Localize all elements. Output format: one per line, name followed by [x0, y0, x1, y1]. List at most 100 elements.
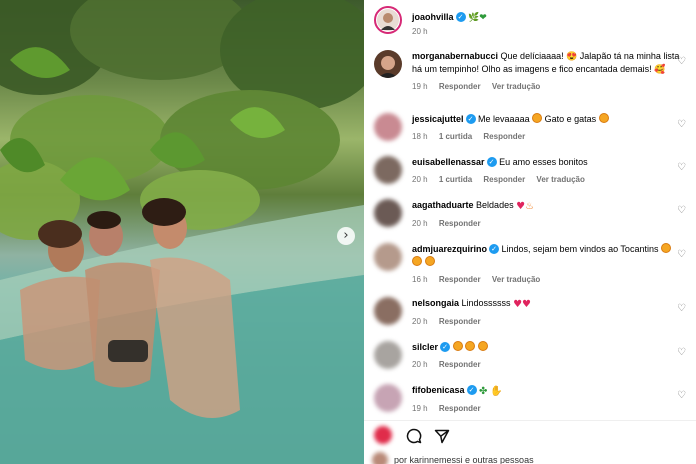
reply-button[interactable]: Responder	[439, 404, 481, 413]
fire-emoji-icon: ♨	[525, 201, 535, 212]
verified-badge-icon: ✓	[440, 342, 451, 352]
comment-username[interactable]: silcler	[412, 342, 438, 352]
reply-button[interactable]: Responder	[439, 219, 481, 228]
comment-time: 19 h	[412, 82, 428, 91]
comment-message: Beldades	[476, 200, 514, 210]
post-time: 20 h	[412, 27, 428, 36]
author-avatar-image	[377, 9, 399, 31]
reply-button[interactable]: Responder	[439, 317, 481, 326]
reply-button[interactable]: Responder	[483, 132, 525, 141]
comment-text: aagathaduarte Beldades ♥♨	[412, 199, 682, 213]
comment-username[interactable]: admjuarezquirino	[412, 244, 487, 254]
comment-message: Me levaaaaa	[478, 114, 530, 124]
comment-message: Lindossssss	[461, 298, 511, 308]
comment-time: 18 h	[412, 132, 428, 141]
author-avatar[interactable]	[374, 6, 402, 34]
post-photo-illustration	[0, 0, 364, 464]
comment-body: fifobenicasa ✓ ✤ ✋ 19 h Responder	[412, 384, 682, 413]
actions-divider	[364, 420, 696, 421]
comment-message: Eu amo esses bonitos	[499, 157, 588, 167]
comment-time: 20 h	[412, 175, 428, 184]
comment-text: silcler ✓	[412, 341, 682, 354]
translate-button[interactable]: Ver tradução	[492, 275, 540, 284]
commenter-avatar[interactable]	[374, 199, 402, 227]
commenter-avatar[interactable]	[374, 243, 402, 271]
like-comment-heart-icon[interactable]: ♡	[677, 119, 686, 130]
liked-by-text[interactable]: por karinnemessi e outras pessoas	[394, 455, 534, 464]
verified-badge-icon: ✓	[466, 385, 477, 395]
commenter-avatar-image	[378, 56, 398, 78]
post-author: joaohvilla ✓ 🌿❤	[412, 12, 487, 23]
post-author-suffix: 🌿❤	[468, 13, 487, 23]
post-author-username[interactable]: joaohvilla	[412, 12, 454, 22]
comment-icon[interactable]	[406, 428, 422, 444]
comment-text: jessicajuttel ✓ Me levaaaaa Gato e gatas	[412, 113, 682, 126]
comment-username[interactable]: jessicajuttel	[412, 114, 464, 124]
comment-message-part2: Gato e gatas	[544, 114, 597, 124]
translate-button[interactable]: Ver tradução	[492, 82, 540, 91]
comment-likes[interactable]: 1 curtida	[439, 132, 472, 141]
comment-time: 20 h	[412, 219, 428, 228]
heart-eyes-emoji-icon	[424, 256, 435, 266]
share-icon[interactable]	[434, 428, 450, 444]
comment-username[interactable]: euisabellenassar	[412, 157, 485, 167]
comment-username[interactable]: nelsongaia	[412, 298, 459, 308]
commenter-avatar[interactable]	[374, 384, 402, 412]
comment-time: 20 h	[412, 360, 428, 369]
comment-meta: 18 h 1 curtida Responder	[412, 132, 682, 141]
comment-username[interactable]: aagathaduarte	[412, 200, 474, 210]
comment-username[interactable]: morganabernabucci	[412, 51, 498, 61]
red-heart-emoji-icon: ♥	[516, 201, 526, 212]
like-comment-heart-icon[interactable]: ♡	[677, 162, 686, 173]
heart-eyes-emoji-icon	[660, 243, 671, 253]
heart-eyes-emoji-icon	[532, 113, 543, 123]
comment-likes[interactable]: 1 curtida	[439, 175, 472, 184]
like-comment-heart-icon[interactable]: ♡	[677, 205, 686, 216]
comment-text: morganabernabucci Que delíciaaaa! 😍 Jala…	[412, 50, 682, 76]
comment-time: 19 h	[412, 404, 428, 413]
commenter-avatar[interactable]	[374, 113, 402, 141]
reply-button[interactable]: Responder	[439, 360, 481, 369]
heart-eyes-emoji-icon	[452, 341, 463, 351]
comment-username[interactable]: fifobenicasa	[412, 385, 465, 395]
reply-button[interactable]: Responder	[483, 175, 525, 184]
like-comment-heart-icon[interactable]: ♡	[677, 347, 686, 358]
post-photo: ›	[0, 0, 364, 464]
comment-meta: 19 h Responder Ver tradução	[412, 82, 682, 91]
commenter-avatar[interactable]	[374, 156, 402, 184]
reply-button[interactable]: Responder	[439, 275, 481, 284]
heart-eyes-emoji-icon	[412, 256, 422, 266]
comment-meta: 20 h 1 curtida Responder Ver tradução	[412, 175, 682, 184]
next-photo-button[interactable]: ›	[337, 227, 355, 245]
heart-eyes-emoji-icon	[477, 341, 488, 351]
comment-icon-graphic	[406, 428, 422, 444]
comment-text: nelsongaia Lindossssss ♥♥	[412, 297, 682, 311]
red-heart-emoji-icon: ♥	[513, 299, 523, 310]
translate-button[interactable]: Ver tradução	[536, 175, 584, 184]
comments-panel: joaohvilla ✓ 🌿❤ 20 h morganabernabucci Qu…	[364, 0, 696, 464]
share-icon-graphic	[434, 429, 450, 444]
commenter-avatar[interactable]	[374, 341, 402, 369]
like-comment-heart-icon[interactable]: ♡	[677, 303, 686, 314]
comment-body: admjuarezquirino ✓ Lindos, sejam bem vind…	[412, 243, 682, 284]
hands-emoji-icon: ✋	[489, 386, 503, 397]
red-heart-emoji-icon: ♥	[522, 299, 532, 310]
comment-meta: 20 h Responder	[412, 317, 682, 326]
verified-badge-icon: ✓	[486, 157, 497, 167]
like-comment-heart-icon[interactable]: ♡	[677, 56, 686, 67]
verified-badge-icon: ✓	[465, 114, 476, 124]
reply-button[interactable]: Responder	[439, 82, 481, 91]
commenter-avatar[interactable]	[374, 50, 402, 78]
like-comment-heart-icon[interactable]: ♡	[677, 390, 686, 401]
comment-text: admjuarezquirino ✓ Lindos, sejam bem vind…	[412, 243, 682, 269]
commenter-avatar[interactable]	[374, 297, 402, 325]
comment-time: 16 h	[412, 275, 428, 284]
liker-avatar[interactable]	[374, 426, 392, 444]
comment-meta: 20 h Responder	[412, 360, 682, 369]
comment-meta: 20 h Responder	[412, 219, 682, 228]
comment-body: euisabellenassar ✓ Eu amo esses bonitos 2…	[412, 156, 682, 184]
heart-eyes-emoji-icon	[465, 341, 476, 351]
liker-avatar	[372, 452, 388, 464]
comment-body: aagathaduarte Beldades ♥♨ 20 h Responder	[412, 199, 682, 228]
like-comment-heart-icon[interactable]: ♡	[677, 249, 686, 260]
